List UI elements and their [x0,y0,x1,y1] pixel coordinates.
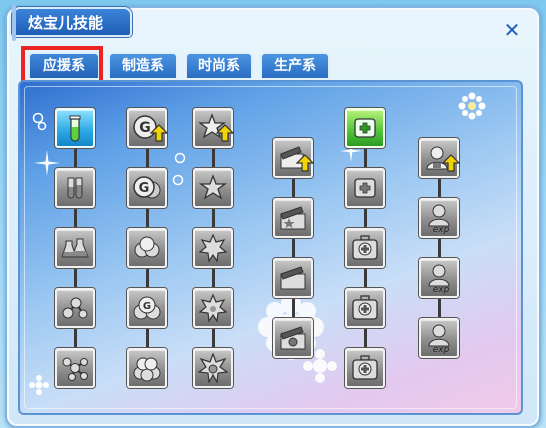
star-badge-skill-lv4[interactable] [193,288,233,328]
star-badge-icon [198,174,228,200]
clapperboard-camera-icon [280,326,306,350]
exp-person-icon: exp [428,204,450,234]
medkit-icon [354,178,376,198]
svg-text:G: G [143,301,151,312]
person-skill-lv1[interactable] [419,138,460,178]
medkit-skill-lv2[interactable] [345,168,385,208]
close-icon[interactable]: ✕ [502,20,522,40]
g-coin-skill-lv1[interactable]: G [127,108,168,148]
star-badge-icon [198,293,228,323]
test-tubes-icon [67,177,83,199]
coins-icon [133,357,161,382]
flasks-skill-lv3[interactable] [55,228,95,268]
medkit-icon [352,295,378,320]
clapperboard-star-icon [280,206,306,230]
medkit-icon [352,355,378,380]
svg-text:exp: exp [433,345,450,354]
medkit-skill-lv4[interactable] [345,288,385,328]
medkit-skill-lv1[interactable] [345,108,385,148]
coins-icon [134,236,160,258]
exp-person-skill-lv2[interactable]: exp [419,198,459,238]
svg-text:exp: exp [433,225,450,234]
exp-person-skill-lv3[interactable]: exp [419,258,459,298]
medkit-icon [352,235,378,260]
clapperboard-skill-lv1[interactable] [273,138,314,178]
coins-skill-lv5[interactable] [127,348,167,388]
star-badge-skill-lv1[interactable] [193,108,234,148]
upgrade-arrow-icon [442,154,460,172]
star-badge-skill-lv2[interactable] [193,168,233,208]
tab-shishang[interactable]: 时尚系 [185,52,253,78]
star-badge-skill-lv3[interactable] [193,228,233,268]
clapperboard-star-skill-lv2[interactable] [273,198,313,238]
svg-text:exp: exp [433,285,450,294]
upgrade-arrow-icon [296,154,314,172]
coins-skill-lv3[interactable] [127,228,167,268]
coins-icon: G [133,296,161,320]
svg-text:G: G [139,181,150,196]
test-tube-skill-lv1[interactable] [55,108,95,148]
star-badge-skill-lv5[interactable] [193,348,233,388]
medkit-skill-lv5[interactable] [345,348,385,388]
window-title: 炫宝儿技能 [12,5,132,41]
upgrade-arrow-icon [150,124,168,142]
star-badge-icon [198,353,228,383]
molecule-skill-lv4[interactable] [55,288,95,328]
star-badge-icon [198,233,228,263]
test-tube-icon [69,115,81,142]
medkit-icon [354,118,376,138]
medkit-skill-lv3[interactable] [345,228,385,268]
clapperboard-moon-skill-lv3[interactable] [273,258,313,298]
upgrade-arrow-icon [216,124,234,142]
molecule-icon [62,297,88,319]
coins-skill-lv4[interactable]: G [127,288,167,328]
tab-yuanyuan[interactable]: 应援系 [28,52,100,78]
molecule-icon [62,357,88,381]
tab-zhizao[interactable]: 制造系 [108,52,178,78]
window-title-text: 炫宝儿技能 [28,13,104,32]
g-coin-icon: G [133,176,161,199]
tab-shengchan[interactable]: 生产系 [260,52,330,78]
g-coin-skill-lv2[interactable]: G [127,168,167,208]
clapperboard-moon-icon [280,266,306,290]
exp-person-icon: exp [428,324,450,354]
exp-person-skill-lv4[interactable]: exp [419,318,459,358]
flasks-icon [61,238,89,258]
exp-person-icon: exp [428,264,450,294]
molecule-skill-lv5[interactable] [55,348,95,388]
skill-tree-panel: G G G exp exp exp [18,80,523,415]
clapperboard-camera-skill-lv4[interactable] [273,318,313,358]
test-tubes-skill-lv2[interactable] [55,168,95,208]
